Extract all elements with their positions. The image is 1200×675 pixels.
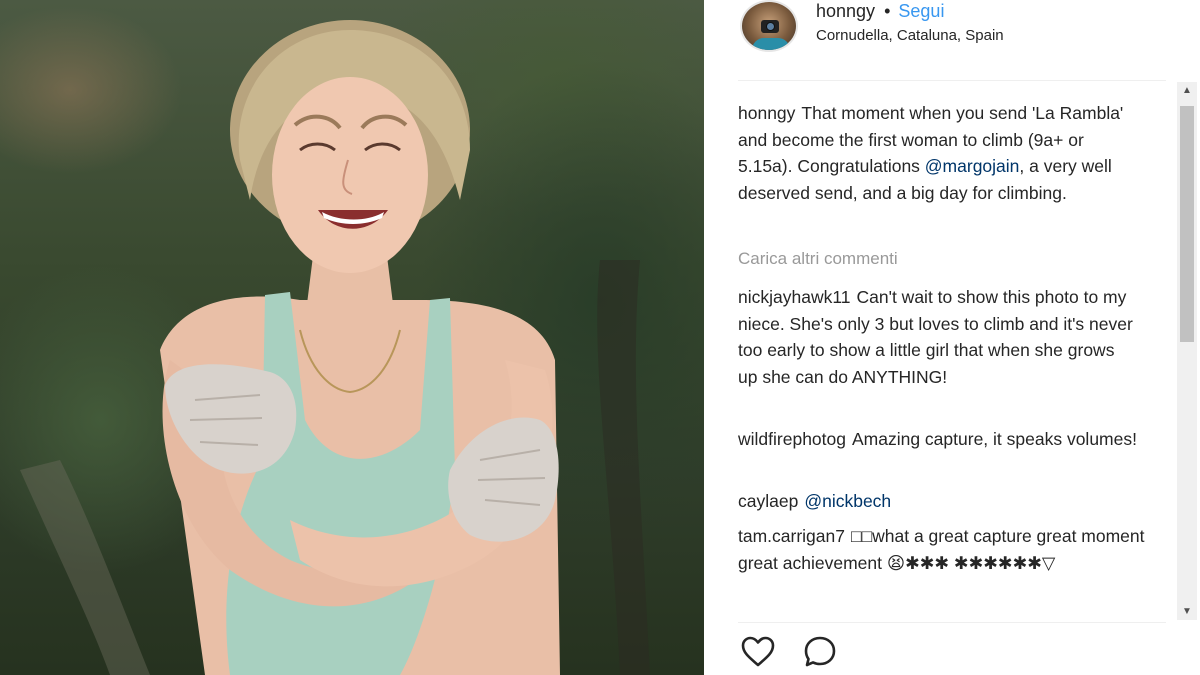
header-divider [738,80,1166,81]
avatar[interactable] [740,0,798,52]
comments-scrollbar[interactable]: ▲ ▼ [1177,82,1197,620]
follow-button[interactable]: Segui [898,1,944,21]
comment-username[interactable]: caylaep [738,491,798,511]
header-separator: • [884,1,891,21]
avatar-shirt [752,38,790,50]
header-username[interactable]: honngy [816,1,875,21]
header-username-row: honngy • Segui [816,0,944,22]
post-header: honngy • Segui Cornudella, Cataluna, Spa… [704,0,1200,80]
post-details-panel: honngy • Segui Cornudella, Cataluna, Spa… [704,0,1200,675]
actions-divider [738,622,1166,623]
comment-item: caylaep @nickbech [738,488,1158,515]
scroll-down-arrow-icon[interactable]: ▼ [1177,603,1197,620]
comments-list[interactable]: honngy That moment when you send 'La Ramb… [738,82,1174,622]
avatar-camera-lens [766,22,775,31]
climber-photo-illustration [20,20,650,675]
comment-text: Amazing capture, it speaks volumes! [851,429,1137,449]
scrollbar-thumb[interactable] [1180,106,1194,342]
caption-username[interactable]: honngy [738,103,795,123]
post-photo[interactable] [0,0,704,675]
post-actions [740,634,838,674]
caption: honngy That moment when you send 'La Ramb… [738,100,1138,206]
location-link[interactable]: Cornudella, Cataluna, Spain [816,27,1004,44]
caption-mention[interactable]: @margojain [925,156,1020,176]
comment-username[interactable]: tam.carrigan7 [738,526,845,546]
scroll-up-arrow-icon[interactable]: ▲ [1177,82,1197,99]
comment-mention[interactable]: @nickbech [804,491,891,511]
comment-item: nickjayhawk11 Can't wait to show this pho… [738,284,1138,390]
comment-username[interactable]: wildfirephotog [738,429,846,449]
comment-item: wildfirephotog Amazing capture, it speaks… [738,426,1158,453]
comment-item-partial [738,578,1158,605]
heart-icon[interactable] [740,634,776,670]
load-more-comments[interactable]: Carica altri commenti [738,246,898,273]
instagram-post: honngy • Segui Cornudella, Cataluna, Spa… [0,0,1200,675]
comment-item: tam.carrigan7 □□what a great capture grea… [738,523,1158,576]
comment-bubble-icon[interactable] [802,634,838,670]
comment-username[interactable]: nickjayhawk11 [738,287,851,307]
